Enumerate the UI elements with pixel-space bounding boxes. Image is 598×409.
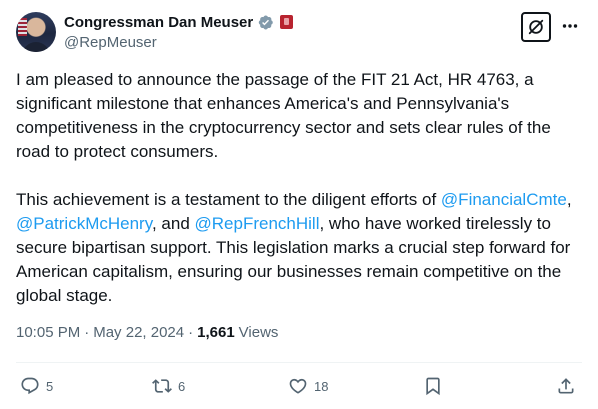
share-icon [558,378,574,394]
bookmark-button[interactable] [423,372,443,400]
more-icon [562,24,578,28]
repost-count: 6 [178,378,186,394]
government-badge-icon[interactable] [280,15,294,29]
repost-icon [152,379,172,393]
flag-decoration [18,18,27,36]
tweet-header: Congressman Dan Meuser @RepMeuser [16,12,582,54]
tweet-text: I am pleased to announce the passage of … [16,68,582,308]
views-count[interactable]: 1,661 [197,324,235,341]
verified-icon[interactable] [257,14,274,31]
like-icon [289,378,307,394]
grok-button[interactable] [521,12,551,42]
like-button[interactable]: 18 [288,372,328,400]
grok-icon [528,19,544,35]
bookmark-icon [426,377,440,396]
views-label: Views [238,324,279,341]
separator-dot: · [188,324,194,341]
separator-dot: · [84,324,90,341]
share-button[interactable] [556,372,576,400]
avatar[interactable] [16,12,56,52]
reply-icon [21,377,39,395]
tweet-date[interactable]: May 22, 2024 [93,324,184,341]
author-handle[interactable]: @RepMeuser [64,34,293,51]
mention-financialcmte[interactable]: @FinancialCmte [441,190,567,209]
author-block: Congressman Dan Meuser @RepMeuser [64,12,294,51]
author-display-name[interactable]: Congressman Dan Meuser [64,14,253,31]
mention-patrickmchenry[interactable]: @PatrickMcHenry [16,214,152,233]
text-segment: , and [151,214,195,233]
more-button[interactable] [558,14,582,38]
reply-button[interactable]: 5 [20,372,53,400]
tweet-paragraph-2: This achievement is a testament to the d… [16,188,582,308]
action-bar: 5 6 18 [16,372,582,400]
mention-repfrenchhill[interactable]: @RepFrenchHill [195,214,320,233]
reply-count: 5 [46,378,54,394]
text-segment: , [566,190,572,209]
tweet-paragraph-1: I am pleased to announce the passage of … [16,70,551,161]
tweet-time[interactable]: 10:05 PM [16,324,80,341]
text-segment: This achievement is a testament to the d… [16,190,441,209]
divider [16,362,582,363]
repost-button[interactable]: 6 [152,372,185,400]
like-count: 18 [314,378,329,394]
tweet-meta: 10:05 PM · May 22, 2024 · 1,661 Views [16,324,278,341]
